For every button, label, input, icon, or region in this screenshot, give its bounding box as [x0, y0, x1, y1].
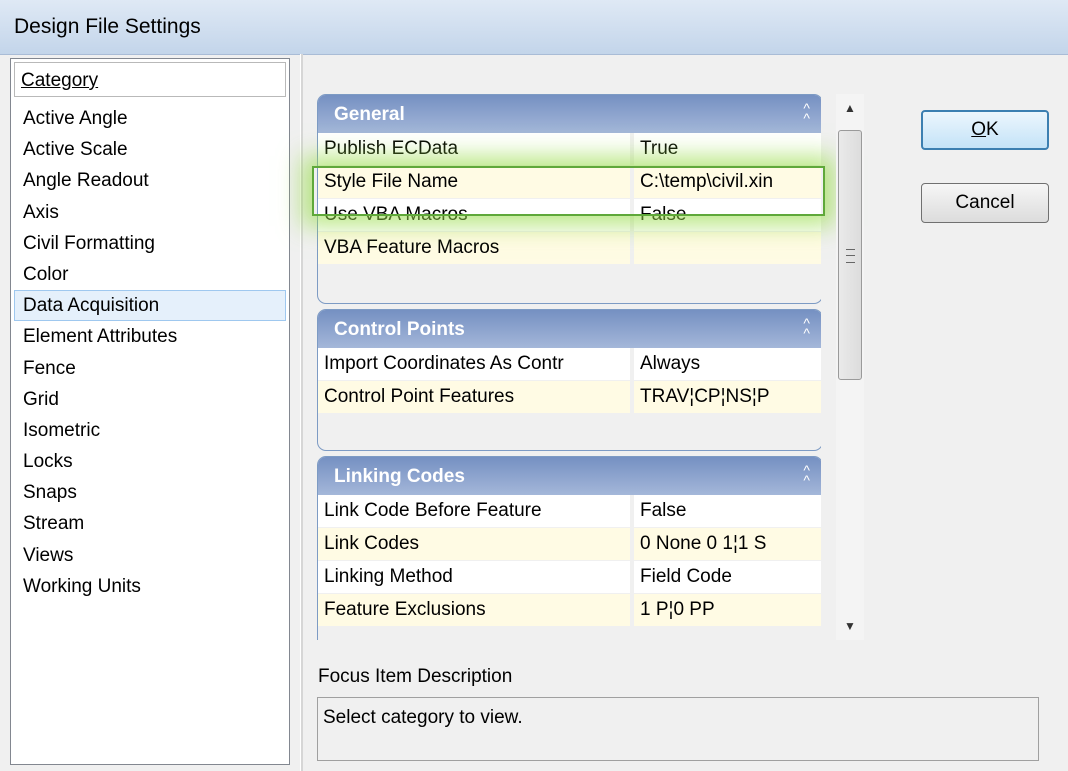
property-name: Control Point Features	[318, 381, 630, 413]
property-value[interactable]: C:\temp\civil.xin	[634, 166, 821, 198]
group-linking-codes-header[interactable]: Linking Codes ^ ^	[318, 457, 821, 495]
category-list[interactable]: Category Active Angle Active Scale Angle R…	[10, 58, 290, 765]
category-item[interactable]: Fence	[14, 353, 286, 384]
group-general-header[interactable]: General ^ ^	[318, 95, 821, 133]
panel-divider	[300, 54, 303, 771]
group-linking-codes: Linking Codes ^ ^ Link Code Before Featur…	[317, 456, 821, 640]
group-linking-codes-title: Linking Codes	[334, 466, 465, 487]
property-value[interactable]: Field Code	[634, 561, 821, 593]
property-grid: General ^ ^ Publish ECData True Style File …	[317, 94, 821, 640]
group-general: General ^ ^ Publish ECData True Style File …	[317, 94, 821, 304]
property-scrollbar[interactable]: ▲ ▼	[836, 94, 864, 640]
category-items: Active Angle Active Scale Angle Readout Axi…	[11, 103, 289, 602]
property-row[interactable]: Style File Name C:\temp\civil.xin	[318, 166, 821, 199]
scroll-up-arrow-icon[interactable]: ▲	[836, 94, 864, 122]
scroll-grip-icon	[846, 249, 855, 263]
property-value[interactable]: True	[634, 133, 821, 165]
category-item[interactable]: Locks	[14, 446, 286, 477]
property-name: Use VBA Macros	[318, 199, 630, 231]
group-general-title: General	[334, 104, 405, 125]
ok-button[interactable]: OK	[921, 110, 1049, 150]
ok-label-suffix: K	[986, 119, 999, 140]
property-name: Publish ECData	[318, 133, 630, 165]
property-value[interactable]: Always	[634, 348, 821, 380]
property-value[interactable]: TRAV¦CP¦NS¦P	[634, 381, 821, 413]
property-row[interactable]: Import Coordinates As Contr Always	[318, 348, 821, 381]
category-item[interactable]: Active Scale	[14, 134, 286, 165]
property-name: Import Coordinates As Contr	[318, 348, 630, 380]
property-name: VBA Feature Macros	[318, 232, 630, 264]
category-header-label: Category	[21, 70, 98, 92]
group-control-points-title: Control Points	[334, 319, 465, 340]
category-item[interactable]: Civil Formatting	[14, 228, 286, 259]
focus-description-text: Select category to view.	[323, 707, 523, 728]
window-title: Design File Settings	[14, 15, 201, 38]
property-row[interactable]: Feature Exclusions 1 P¦0 PP	[318, 594, 821, 627]
property-row[interactable]: VBA Feature Macros	[318, 232, 821, 265]
property-row[interactable]: Link Code Before Feature False	[318, 495, 821, 528]
property-name: Link Codes	[318, 528, 630, 560]
property-value[interactable]: 1 P¦0 PP	[634, 594, 821, 626]
property-name: Link Code Before Feature	[318, 495, 630, 527]
category-item[interactable]: Element Attributes	[14, 321, 286, 352]
property-name: Style File Name	[318, 166, 630, 198]
property-row[interactable]: Linking Method Field Code	[318, 561, 821, 594]
property-value[interactable]: 0 None 0 1¦1 S	[634, 528, 821, 560]
category-item[interactable]: Axis	[14, 197, 286, 228]
category-header[interactable]: Category	[14, 62, 286, 97]
property-value[interactable]	[634, 232, 821, 264]
scroll-thumb[interactable]	[838, 130, 862, 380]
property-name: Linking Method	[318, 561, 630, 593]
title-bar: Design File Settings	[0, 0, 1068, 55]
collapse-chevron-icon[interactable]: ^ ^	[803, 101, 810, 125]
category-item[interactable]: Isometric	[14, 415, 286, 446]
property-row[interactable]: Control Point Features TRAV¦CP¦NS¦P	[318, 381, 821, 414]
category-item[interactable]: Snaps	[14, 477, 286, 508]
category-item[interactable]: Data Acquisition	[14, 290, 286, 322]
group-control-points-header[interactable]: Control Points ^ ^	[318, 310, 821, 348]
property-value[interactable]: False	[634, 199, 821, 231]
focus-description-box: Select category to view.	[317, 697, 1039, 761]
category-item[interactable]: Active Angle	[14, 103, 286, 134]
category-item[interactable]: Angle Readout	[14, 165, 286, 196]
category-header-text: Category	[21, 70, 99, 91]
category-item[interactable]: Stream	[14, 508, 286, 539]
property-row[interactable]: Link Codes 0 None 0 1¦1 S	[318, 528, 821, 561]
collapse-chevron-icon[interactable]: ^ ^	[803, 463, 810, 487]
property-name: Feature Exclusions	[318, 594, 630, 626]
focus-description-label: Focus Item Description	[318, 666, 513, 687]
cancel-button[interactable]: Cancel	[921, 183, 1049, 223]
collapse-chevron-icon[interactable]: ^ ^	[803, 316, 810, 340]
category-item[interactable]: Color	[14, 259, 286, 290]
group-control-points: Control Points ^ ^ Import Coordinates As …	[317, 309, 821, 451]
ok-label-accel: O	[971, 119, 987, 140]
property-value[interactable]: False	[634, 495, 821, 527]
property-row[interactable]: Use VBA Macros False	[318, 199, 821, 232]
category-item[interactable]: Working Units	[14, 571, 286, 602]
property-row[interactable]: Publish ECData True	[318, 133, 821, 166]
category-item[interactable]: Views	[14, 540, 286, 571]
scroll-down-arrow-icon[interactable]: ▼	[836, 612, 864, 640]
category-item[interactable]: Grid	[14, 384, 286, 415]
